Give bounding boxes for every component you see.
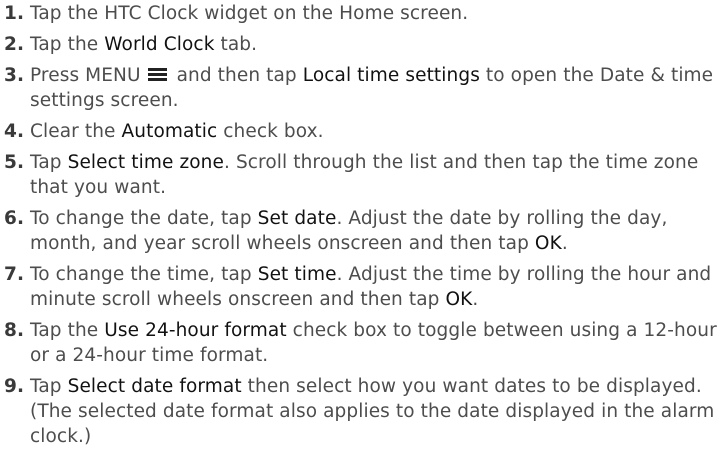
step-text-segment: Tap the [30, 34, 105, 55]
step-text-segment: Clear the [30, 121, 122, 142]
step-text: To change the time, tap Set time. Adjust… [30, 262, 722, 312]
step-number: 9. [4, 376, 25, 397]
step-text-segment: Tap [30, 152, 68, 173]
step-text-segment: check box. [217, 121, 324, 142]
menu-icon [147, 67, 167, 82]
step-text: Tap the World Clock tab. [30, 32, 722, 57]
step-item: 6. To change the date, tap Set date. Adju… [4, 206, 722, 256]
step-number: 3. [4, 65, 25, 86]
step-item: 5. Tap Select time zone. Scroll through t… [4, 150, 722, 200]
step-text-segment: Tap the [30, 320, 105, 341]
step-number: 4. [4, 121, 25, 142]
step-text-segment: To change the time, tap [30, 264, 258, 285]
ui-term: Use 24-hour format [104, 320, 287, 341]
step-text-segment: Tap the HTC Clock widget on the Home scr… [30, 3, 469, 24]
step-item: 4. Clear the Automatic check box. [4, 119, 722, 144]
step-number: 7. [4, 264, 25, 285]
step-text: Tap Select time zone. Scroll through the… [30, 150, 722, 200]
step-item: 8. Tap the Use 24-hour format check box t… [4, 318, 722, 368]
step-number: 8. [4, 320, 25, 341]
step-text: To change the date, tap Set date. Adjust… [30, 206, 722, 256]
ui-term: Automatic [121, 121, 218, 142]
ui-term: Select date format [67, 376, 242, 397]
ui-term: Set date [257, 208, 337, 229]
ui-term: OK [534, 233, 562, 254]
step-text-segment: . [561, 233, 568, 254]
step-text-segment: To change the date, tap [30, 208, 258, 229]
step-text: Tap the HTC Clock widget on the Home scr… [30, 1, 722, 26]
step-text-segment: and then tap [170, 65, 303, 86]
step-item: 7. To change the time, tap Set time. Adju… [4, 262, 722, 312]
step-text-segment: tab. [214, 34, 258, 55]
ui-term: Select time zone [67, 152, 224, 173]
ui-term: Local time settings [302, 65, 480, 86]
step-text: Press MENU and then tap Local time setti… [30, 63, 722, 113]
ui-term: Set time [257, 264, 337, 285]
ui-term: OK [445, 289, 473, 310]
step-text-segment: Press MENU [30, 65, 147, 86]
instruction-steps-list: 1. Tap the HTC Clock widget on the Home s… [4, 1, 722, 455]
step-text: Tap the Use 24-hour format check box to … [30, 318, 722, 368]
step-item: 1. Tap the HTC Clock widget on the Home s… [4, 1, 722, 26]
ui-term: World Clock [104, 34, 215, 55]
step-text: Tap Select date format then select how y… [30, 374, 722, 449]
step-item: 3. Press MENU and then tap Local time set… [4, 63, 722, 113]
step-item: 9. Tap Select date format then select how… [4, 374, 722, 449]
step-text-segment: Tap [30, 376, 68, 397]
step-number: 2. [4, 34, 25, 55]
step-number: 1. [4, 3, 25, 24]
step-item: 2. Tap the World Clock tab. [4, 32, 722, 57]
step-text-segment: . [472, 289, 479, 310]
step-number: 6. [4, 208, 25, 229]
step-number: 5. [4, 152, 25, 173]
step-text: Clear the Automatic check box. [30, 119, 722, 144]
